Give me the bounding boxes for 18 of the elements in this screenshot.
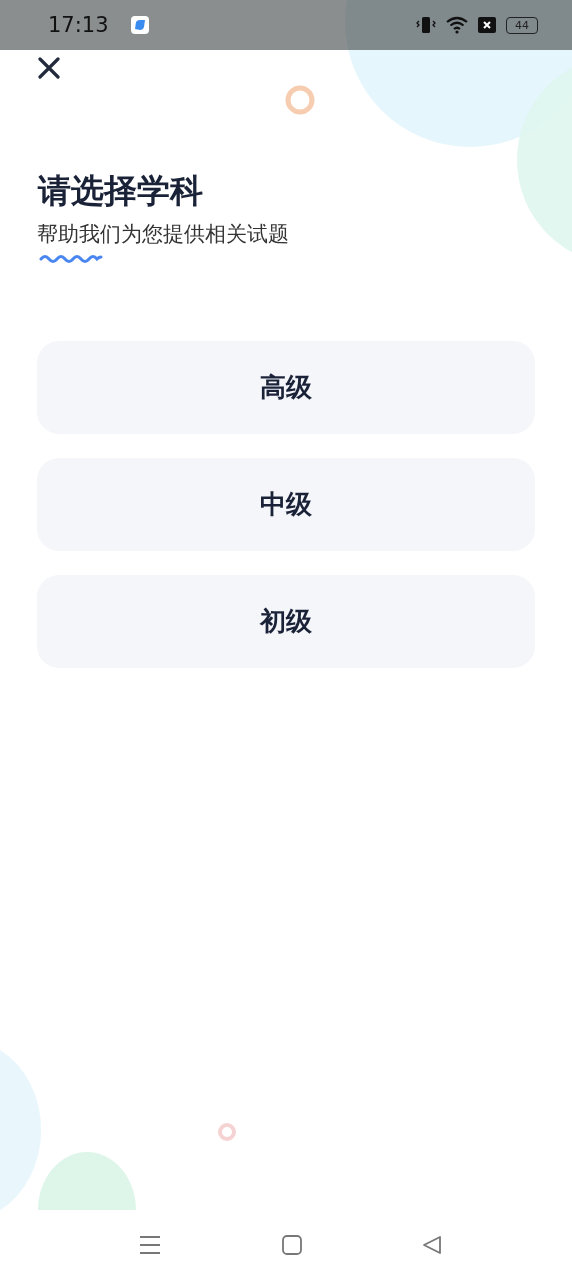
vibrate-icon: [416, 16, 436, 34]
app-icon: [130, 16, 149, 34]
level-option-button[interactable]: 中级: [37, 457, 535, 551]
no-sim-icon: [478, 17, 496, 33]
ring-ornament: [218, 1123, 236, 1141]
home-icon[interactable]: [281, 1235, 302, 1255]
back-icon[interactable]: [422, 1235, 442, 1255]
close-icon[interactable]: [38, 57, 60, 79]
status-time: 17:13: [48, 13, 109, 37]
level-option-button[interactable]: 初级: [37, 574, 535, 668]
page-subtitle: 帮助我们为您提供相关试题: [37, 221, 290, 247]
wave-underline: [39, 252, 103, 263]
page-title: 请选择学科: [38, 171, 204, 211]
battery-indicator: 44: [506, 16, 538, 34]
ring-ornament: [285, 85, 315, 115]
level-option-button[interactable]: 高级: [37, 340, 535, 434]
menu-icon[interactable]: [139, 1235, 161, 1255]
wifi-icon: [446, 16, 468, 34]
